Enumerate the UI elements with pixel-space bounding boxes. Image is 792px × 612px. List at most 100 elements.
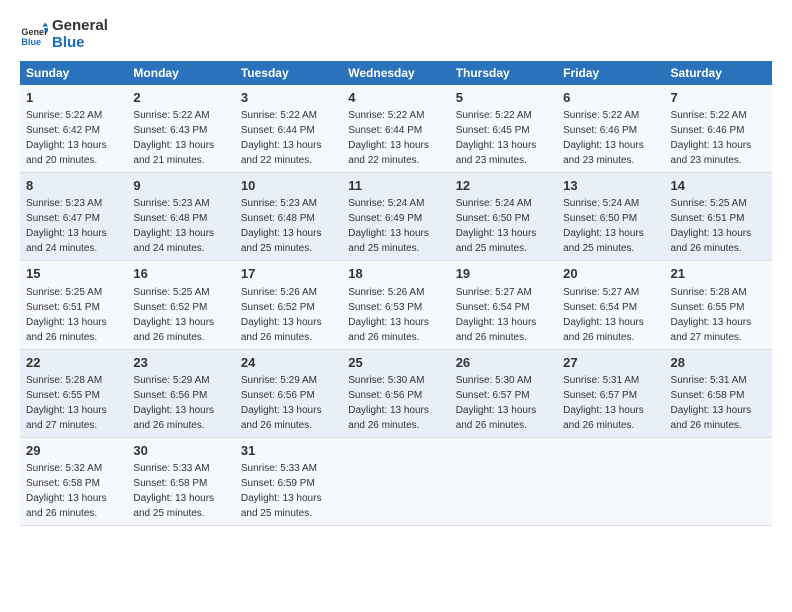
calendar-cell: 10 Sunrise: 5:23 AMSunset: 6:48 PMDayligh… [235,173,342,261]
calendar-cell [557,437,664,525]
day-number: 26 [456,354,551,372]
day-header-tuesday: Tuesday [235,61,342,85]
logo-icon: General Blue [20,21,48,49]
cell-info: Sunrise: 5:30 AMSunset: 6:57 PMDaylight:… [456,375,537,431]
week-row-4: 22 Sunrise: 5:28 AMSunset: 6:55 PMDayligh… [20,349,772,437]
cell-info: Sunrise: 5:26 AMSunset: 6:52 PMDaylight:… [241,287,322,343]
calendar-cell: 8 Sunrise: 5:23 AMSunset: 6:47 PMDaylight… [20,173,127,261]
calendar-cell: 25Sunrise: 5:30 AMSunset: 6:56 PMDayligh… [342,349,449,437]
calendar-cell: 13 Sunrise: 5:24 AMSunset: 6:50 PMDayligh… [557,173,664,261]
day-number: 18 [348,265,443,283]
cell-info: Sunrise: 5:29 AMSunset: 6:56 PMDaylight:… [241,375,322,431]
calendar-cell: 24 Sunrise: 5:29 AMSunset: 6:56 PMDayligh… [235,349,342,437]
calendar-cell: 31Sunrise: 5:33 AMSunset: 6:59 PMDayligh… [235,437,342,525]
calendar-cell: 5 Sunrise: 5:22 AMSunset: 6:45 PMDaylight… [450,85,557,173]
day-number: 24 [241,354,336,372]
calendar-cell: 12 Sunrise: 5:24 AMSunset: 6:50 PMDayligh… [450,173,557,261]
week-row-1: 1 Sunrise: 5:22 AMSunset: 6:42 PMDaylight… [20,85,772,173]
calendar-cell: 11Sunrise: 5:24 AMSunset: 6:49 PMDayligh… [342,173,449,261]
day-number: 27 [563,354,658,372]
calendar-cell: 1 Sunrise: 5:22 AMSunset: 6:42 PMDaylight… [20,85,127,173]
day-number: 23 [133,354,228,372]
cell-info: Sunrise: 5:29 AMSunset: 6:56 PMDaylight:… [133,375,214,431]
cell-info: Sunrise: 5:27 AMSunset: 6:54 PMDaylight:… [456,287,537,343]
day-number: 5 [456,89,551,107]
day-number: 20 [563,265,658,283]
week-row-5: 29Sunrise: 5:32 AMSunset: 6:58 PMDayligh… [20,437,772,525]
cell-info: Sunrise: 5:25 AMSunset: 6:51 PMDaylight:… [26,287,107,343]
calendar-cell: 2Sunrise: 5:22 AMSunset: 6:43 PMDaylight… [127,85,234,173]
header-row: General Blue General Blue [20,18,772,51]
calendar-cell: 23 Sunrise: 5:29 AMSunset: 6:56 PMDayligh… [127,349,234,437]
cell-info: Sunrise: 5:23 AMSunset: 6:47 PMDaylight:… [26,198,107,254]
day-number: 9 [133,177,228,195]
cell-info: Sunrise: 5:26 AMSunset: 6:53 PMDaylight:… [348,287,429,343]
cell-info: Sunrise: 5:28 AMSunset: 6:55 PMDaylight:… [26,375,107,431]
svg-text:Blue: Blue [21,36,41,46]
week-row-2: 8 Sunrise: 5:23 AMSunset: 6:47 PMDaylight… [20,173,772,261]
calendar-table: SundayMondayTuesdayWednesdayThursdayFrid… [20,61,772,526]
day-number: 17 [241,265,336,283]
day-number: 13 [563,177,658,195]
calendar-cell: 16 Sunrise: 5:25 AMSunset: 6:52 PMDayligh… [127,261,234,349]
calendar-cell: 14Sunrise: 5:25 AMSunset: 6:51 PMDayligh… [665,173,772,261]
day-header-friday: Friday [557,61,664,85]
cell-info: Sunrise: 5:23 AMSunset: 6:48 PMDaylight:… [133,198,214,254]
calendar-cell: 20 Sunrise: 5:27 AMSunset: 6:54 PMDayligh… [557,261,664,349]
day-number: 15 [26,265,121,283]
day-number: 29 [26,442,121,460]
day-header-sunday: Sunday [20,61,127,85]
calendar-cell [342,437,449,525]
day-number: 16 [133,265,228,283]
cell-info: Sunrise: 5:22 AMSunset: 6:42 PMDaylight:… [26,110,107,166]
day-number: 7 [671,89,766,107]
cell-info: Sunrise: 5:25 AMSunset: 6:52 PMDaylight:… [133,287,214,343]
cell-info: Sunrise: 5:24 AMSunset: 6:50 PMDaylight:… [563,198,644,254]
cell-info: Sunrise: 5:27 AMSunset: 6:54 PMDaylight:… [563,287,644,343]
calendar-cell: 26 Sunrise: 5:30 AMSunset: 6:57 PMDayligh… [450,349,557,437]
cell-info: Sunrise: 5:30 AMSunset: 6:56 PMDaylight:… [348,375,429,431]
day-number: 1 [26,89,121,107]
calendar-cell: 30Sunrise: 5:33 AMSunset: 6:58 PMDayligh… [127,437,234,525]
calendar-cell: 21Sunrise: 5:28 AMSunset: 6:55 PMDayligh… [665,261,772,349]
day-number: 2 [133,89,228,107]
day-number: 8 [26,177,121,195]
day-number: 4 [348,89,443,107]
calendar-cell: 27 Sunrise: 5:31 AMSunset: 6:57 PMDayligh… [557,349,664,437]
day-number: 6 [563,89,658,107]
header-row-days: SundayMondayTuesdayWednesdayThursdayFrid… [20,61,772,85]
week-row-3: 15 Sunrise: 5:25 AMSunset: 6:51 PMDayligh… [20,261,772,349]
calendar-cell: 3Sunrise: 5:22 AMSunset: 6:44 PMDaylight… [235,85,342,173]
calendar-cell: 6 Sunrise: 5:22 AMSunset: 6:46 PMDaylight… [557,85,664,173]
day-number: 28 [671,354,766,372]
calendar-cell: 29Sunrise: 5:32 AMSunset: 6:58 PMDayligh… [20,437,127,525]
day-number: 30 [133,442,228,460]
day-number: 11 [348,177,443,195]
svg-text:General: General [21,27,48,37]
calendar-cell: 9 Sunrise: 5:23 AMSunset: 6:48 PMDaylight… [127,173,234,261]
day-number: 10 [241,177,336,195]
cell-info: Sunrise: 5:22 AMSunset: 6:45 PMDaylight:… [456,110,537,166]
day-header-monday: Monday [127,61,234,85]
calendar-cell [450,437,557,525]
cell-info: Sunrise: 5:22 AMSunset: 6:46 PMDaylight:… [563,110,644,166]
cell-info: Sunrise: 5:31 AMSunset: 6:57 PMDaylight:… [563,375,644,431]
day-number: 12 [456,177,551,195]
cell-info: Sunrise: 5:23 AMSunset: 6:48 PMDaylight:… [241,198,322,254]
page-container: General Blue General Blue SundayMondayTu… [0,0,792,538]
day-header-saturday: Saturday [665,61,772,85]
cell-info: Sunrise: 5:24 AMSunset: 6:50 PMDaylight:… [456,198,537,254]
day-header-thursday: Thursday [450,61,557,85]
calendar-cell: 18 Sunrise: 5:26 AMSunset: 6:53 PMDayligh… [342,261,449,349]
cell-info: Sunrise: 5:22 AMSunset: 6:44 PMDaylight:… [348,110,429,166]
day-number: 14 [671,177,766,195]
cell-info: Sunrise: 5:33 AMSunset: 6:59 PMDaylight:… [241,463,322,519]
calendar-cell: 4 Sunrise: 5:22 AMSunset: 6:44 PMDaylight… [342,85,449,173]
calendar-cell: 7Sunrise: 5:22 AMSunset: 6:46 PMDaylight… [665,85,772,173]
day-number: 19 [456,265,551,283]
calendar-cell [665,437,772,525]
day-number: 22 [26,354,121,372]
cell-info: Sunrise: 5:28 AMSunset: 6:55 PMDaylight:… [671,287,752,343]
calendar-cell: 17 Sunrise: 5:26 AMSunset: 6:52 PMDayligh… [235,261,342,349]
day-header-wednesday: Wednesday [342,61,449,85]
